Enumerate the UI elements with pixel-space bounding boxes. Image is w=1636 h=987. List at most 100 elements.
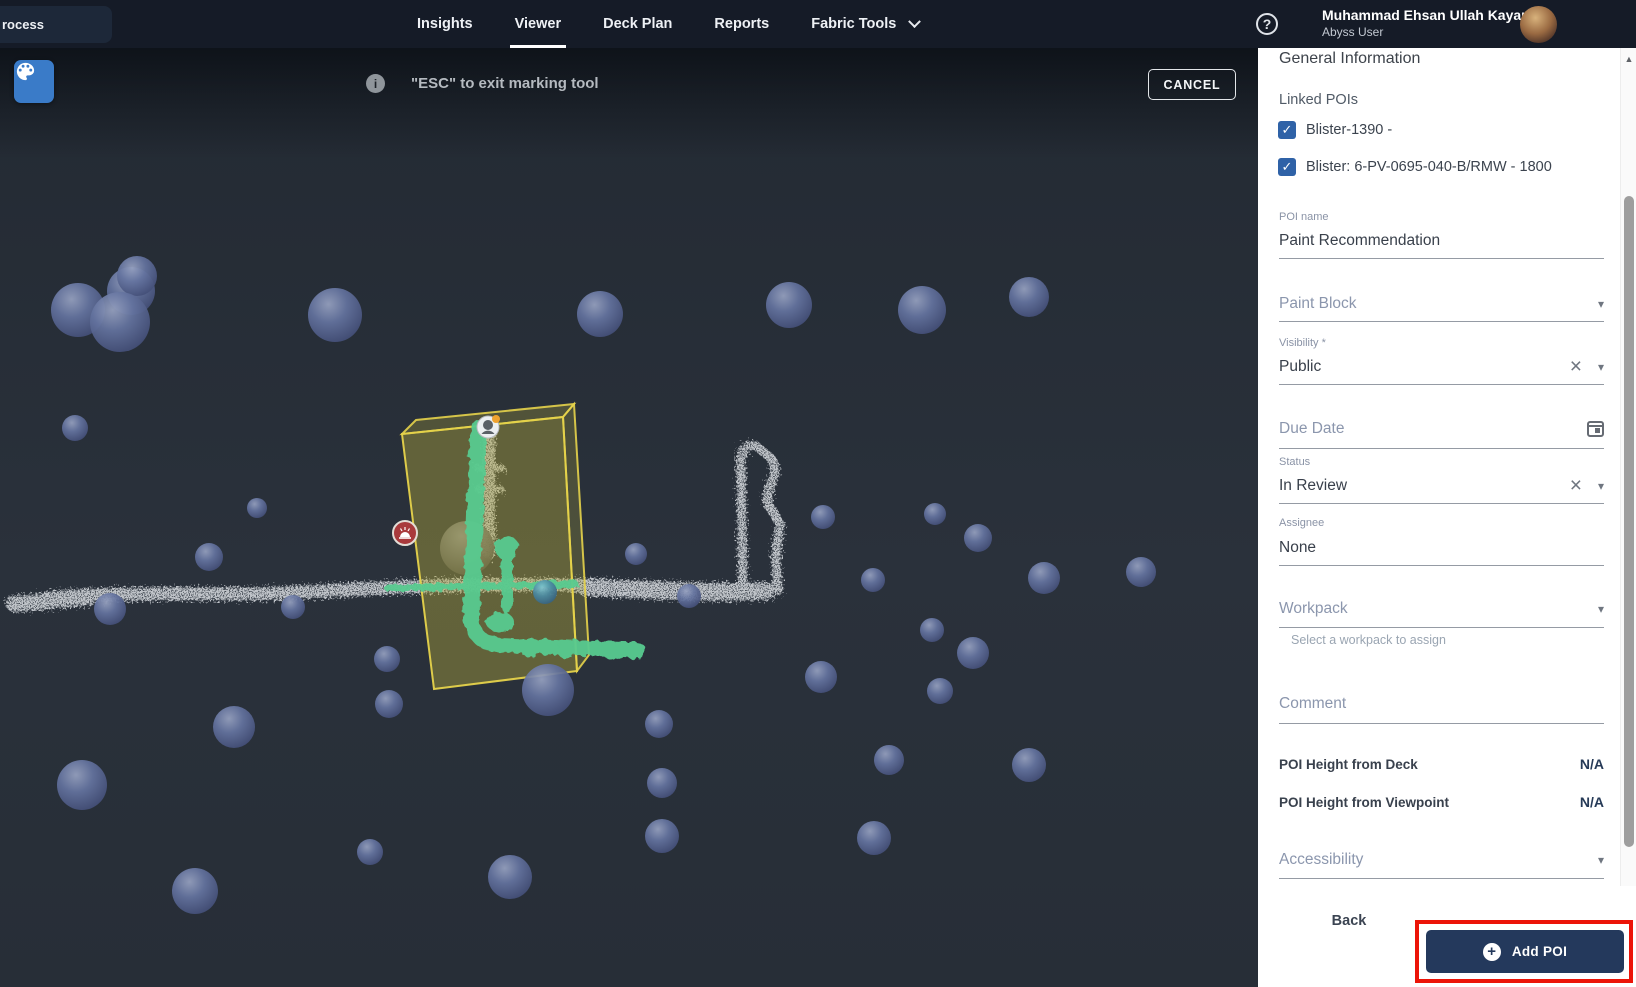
poi-sphere[interactable]	[375, 690, 403, 718]
calendar-icon[interactable]	[1587, 421, 1604, 437]
linked-poi-row: ✓ Blister: 6-PV-0695-040-B/RMW - 1800	[1278, 158, 1552, 176]
visibility-value: Public	[1279, 358, 1570, 376]
clear-icon[interactable]: ×	[1570, 360, 1582, 374]
nav-reports[interactable]: Reports	[693, 0, 790, 48]
back-button[interactable]: Back	[1304, 903, 1394, 939]
marking-banner: i "ESC" to exit marking tool	[366, 74, 599, 93]
divider	[1279, 448, 1604, 449]
poi-sphere[interactable]	[647, 768, 677, 798]
due-date-field[interactable]: Due Date	[1279, 420, 1604, 438]
accessibility-select[interactable]: Accessibility ▾	[1279, 851, 1604, 869]
poi-marker-blister-red[interactable]	[393, 521, 417, 545]
paint-block-select[interactable]: Paint Block ▾	[1279, 295, 1604, 313]
status-select[interactable]: In Review × ▾	[1279, 477, 1604, 495]
workpack-placeholder: Workpack	[1279, 600, 1598, 618]
user-menu[interactable]: Muhammad Ehsan Ullah Kayani Abyss User	[1322, 7, 1514, 39]
workpack-select[interactable]: Workpack ▾	[1279, 600, 1604, 618]
checkbox-blister-1390[interactable]: ✓	[1278, 121, 1296, 139]
poi-sphere[interactable]	[90, 292, 150, 352]
comment-input[interactable]: Comment	[1279, 695, 1346, 713]
poi-sphere[interactable]	[357, 839, 383, 865]
poi-sphere[interactable]	[488, 855, 532, 899]
poi-sphere[interactable]	[577, 291, 623, 337]
visibility-select[interactable]: Public × ▾	[1279, 358, 1604, 376]
add-poi-button[interactable]: + Add POI	[1426, 930, 1624, 973]
poi-sphere[interactable]	[805, 661, 837, 693]
poi-sphere[interactable]	[533, 580, 557, 604]
poi-height-deck-row: POI Height from Deck N/A	[1279, 756, 1604, 772]
user-name: Muhammad Ehsan Ullah Kayani	[1322, 7, 1514, 23]
nav-deck-plan[interactable]: Deck Plan	[582, 0, 693, 48]
scrollbar-thumb[interactable]	[1624, 196, 1634, 847]
poi-sphere[interactable]	[374, 646, 400, 672]
divider	[1279, 627, 1604, 628]
poi-sphere[interactable]	[927, 678, 953, 704]
dropdown-arrow-icon[interactable]: ▾	[1598, 602, 1604, 616]
status-value: In Review	[1279, 477, 1570, 495]
paint-marking-tool-button[interactable]	[14, 60, 54, 103]
divider	[1279, 384, 1604, 385]
poi-sphere[interactable]	[766, 282, 812, 328]
nav-fabric-tools[interactable]: Fabric Tools	[790, 0, 940, 48]
paint-block-placeholder: Paint Block	[1279, 295, 1598, 313]
linked-pois-label: Linked POIs	[1279, 92, 1358, 108]
poi-sphere[interactable]	[522, 664, 574, 716]
nav-insights[interactable]: Insights	[396, 0, 494, 48]
poi-sphere[interactable]	[898, 286, 946, 334]
poi-sphere[interactable]	[1126, 557, 1156, 587]
poi-sphere[interactable]	[677, 584, 701, 608]
poi-sphere[interactable]	[62, 415, 88, 441]
linked-poi-row: ✓ Blister-1390 -	[1278, 121, 1392, 139]
poi-sphere[interactable]	[964, 524, 992, 552]
checkbox-blister-6pv[interactable]: ✓	[1278, 158, 1296, 176]
poi-sphere[interactable]	[861, 568, 885, 592]
workpack-helper-text: Select a workpack to assign	[1291, 633, 1446, 647]
cancel-button[interactable]: CANCEL	[1148, 69, 1236, 100]
nav-viewer[interactable]: Viewer	[494, 0, 583, 48]
main-nav: Insights Viewer Deck Plan Reports Fabric…	[396, 0, 940, 48]
poi-sphere[interactable]	[308, 288, 362, 342]
assignee-value[interactable]: None	[1279, 539, 1316, 557]
marking-banner-message: "ESC" to exit marking tool	[411, 75, 599, 92]
dropdown-arrow-icon[interactable]: ▾	[1598, 297, 1604, 311]
poi-sphere[interactable]	[957, 637, 989, 669]
poi-sphere[interactable]	[1009, 277, 1049, 317]
poi-sphere[interactable]	[1028, 562, 1060, 594]
plus-circle-icon: +	[1483, 943, 1501, 961]
left-tab-process[interactable]: rocess	[0, 6, 112, 43]
poi-sphere[interactable]	[645, 710, 673, 738]
dropdown-arrow-icon[interactable]: ▾	[1598, 360, 1604, 374]
poi-sphere[interactable]	[195, 543, 223, 571]
poi-marker-viewpoint[interactable]	[477, 415, 500, 438]
poi-sphere[interactable]	[94, 593, 126, 625]
poi-sphere[interactable]	[247, 498, 267, 518]
poi-sphere[interactable]	[57, 760, 107, 810]
poi-sphere[interactable]	[645, 819, 679, 853]
poi-height-viewpoint-value: N/A	[1580, 794, 1604, 810]
poi-sphere[interactable]	[117, 256, 157, 296]
pointcloud-pipes	[14, 425, 780, 604]
poi-sphere[interactable]	[625, 543, 647, 565]
nav-fabric-tools-label: Fabric Tools	[811, 16, 896, 32]
viewer-3d-canvas[interactable]: i "ESC" to exit marking tool CANCEL	[0, 48, 1258, 987]
poi-sphere[interactable]	[874, 745, 904, 775]
poi-sphere[interactable]	[857, 821, 891, 855]
help-button[interactable]: ?	[1256, 13, 1278, 35]
dropdown-arrow-icon[interactable]: ▾	[1598, 479, 1604, 493]
accessibility-placeholder: Accessibility	[1279, 851, 1598, 869]
poi-name-input[interactable]: Paint Recommendation	[1279, 232, 1440, 250]
poi-sphere[interactable]	[920, 618, 944, 642]
poi-sphere[interactable]	[213, 706, 255, 748]
poi-sphere[interactable]	[811, 505, 835, 529]
poi-sphere[interactable]	[1012, 748, 1046, 782]
dropdown-arrow-icon[interactable]: ▾	[1598, 853, 1604, 867]
avatar[interactable]	[1520, 6, 1557, 43]
clear-icon[interactable]: ×	[1570, 479, 1582, 493]
poi-height-viewpoint-row: POI Height from Viewpoint N/A	[1279, 794, 1604, 810]
panel-scrollbar[interactable]: ▲	[1620, 48, 1636, 886]
marking-banner-shade	[0, 48, 1258, 158]
poi-sphere[interactable]	[281, 595, 305, 619]
poi-sphere[interactable]	[172, 868, 218, 914]
scroll-up-arrow[interactable]: ▲	[1621, 54, 1636, 64]
poi-sphere[interactable]	[924, 503, 946, 525]
